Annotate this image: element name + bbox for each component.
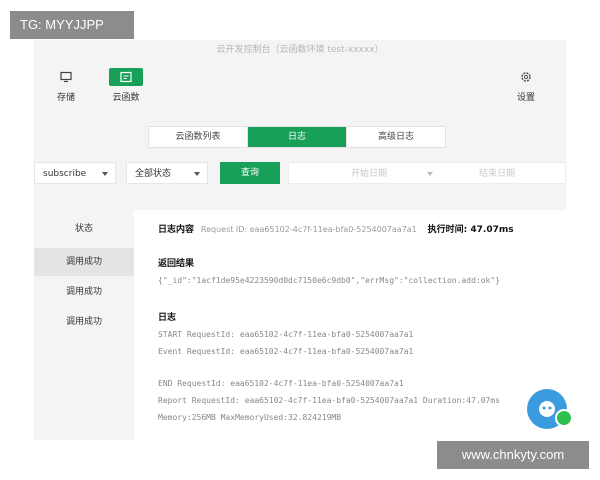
cloud-function-button[interactable]: 云函数 xyxy=(108,68,144,103)
log-content-area: 状态 调用成功 调用成功 调用成功 日志内容 Request ID: eaa65… xyxy=(34,210,566,440)
storage-label: 存储 xyxy=(56,93,75,103)
filter-bar: subscribe 全部状态 查询 开始日期 结束日期 xyxy=(34,162,566,186)
status-sidebar: 状态 调用成功 调用成功 调用成功 xyxy=(34,210,134,440)
gear-icon xyxy=(509,68,543,86)
start-date-input[interactable]: 开始日期 xyxy=(351,163,387,185)
tab-logs[interactable]: 日志 xyxy=(248,127,347,147)
log-line: START RequestId: eaa65102-4c7f-11ea-bfa0… xyxy=(158,330,414,339)
tab-advanced-logs[interactable]: 高级日志 xyxy=(347,127,445,147)
log-header-row: 日志内容 Request ID: eaa65102-4c7f-11ea-bfa0… xyxy=(158,222,514,235)
status-select[interactable]: 全部状态 xyxy=(126,162,208,184)
log-entry-item[interactable]: 调用成功 xyxy=(34,308,134,336)
cloud-function-label: 云函数 xyxy=(112,93,140,103)
log-tabs: 云函数列表 日志 高级日志 xyxy=(148,126,446,148)
log-line: Memory:256MB MaxMemoryUsed:32.824219MB xyxy=(158,413,342,422)
log-label: 日志 xyxy=(158,313,177,323)
status-select-value: 全部状态 xyxy=(135,169,172,179)
assistant-float-button[interactable] xyxy=(527,389,573,429)
request-id: Request ID: eaa65102-4c7f-11ea-bfa0-5254… xyxy=(200,225,417,234)
chevron-down-icon xyxy=(102,172,108,176)
function-select-value: subscribe xyxy=(43,169,87,179)
log-line: Event RequestId: eaa65102-4c7f-11ea-bfa0… xyxy=(158,347,414,356)
monitor-icon xyxy=(49,68,83,86)
settings-button[interactable]: 设置 xyxy=(508,68,544,103)
log-detail-panel: 日志内容 Request ID: eaa65102-4c7f-11ea-bfa0… xyxy=(158,210,566,440)
status-header: 状态 xyxy=(74,224,93,234)
exec-time: 执行时间: 47.07ms xyxy=(427,225,514,235)
function-select[interactable]: subscribe xyxy=(34,162,116,184)
end-date-input[interactable]: 结束日期 xyxy=(479,163,515,185)
log-line: END RequestId: eaa65102-4c7f-11ea-bfa0-5… xyxy=(158,379,404,388)
app-window: 云开发控制台（云函数环境 test-xxxxx） 存储 云函数 设置 云函数列表… xyxy=(34,40,566,440)
return-value: {"_id":"1acf1de95e4223590d0dc7150e6c9db0… xyxy=(158,276,500,285)
log-line: Report RequestId: eaa65102-4c7f-11ea-bfa… xyxy=(158,396,500,405)
window-title: 云开发控制台（云函数环境 test-xxxxx） xyxy=(216,45,384,55)
query-button[interactable]: 查询 xyxy=(220,162,280,184)
cloud-function-icon xyxy=(109,68,143,86)
settings-label: 设置 xyxy=(516,93,535,103)
log-content-label: 日志内容 xyxy=(158,225,195,235)
chevron-down-icon xyxy=(194,172,200,176)
date-range-picker[interactable]: 开始日期 结束日期 xyxy=(288,162,566,184)
tab-function-list[interactable]: 云函数列表 xyxy=(149,127,248,147)
watermark-top-left: TG: MYYJJPP xyxy=(10,11,134,39)
return-label: 返回结果 xyxy=(158,259,195,269)
log-entry-item[interactable]: 调用成功 xyxy=(34,278,134,306)
log-entry-item[interactable]: 调用成功 xyxy=(34,248,134,276)
watermark-bottom-right: www.chnkyty.com xyxy=(437,441,589,469)
status-dot-icon xyxy=(555,409,573,427)
storage-button[interactable]: 存储 xyxy=(48,68,84,103)
chevron-down-icon xyxy=(427,172,433,176)
